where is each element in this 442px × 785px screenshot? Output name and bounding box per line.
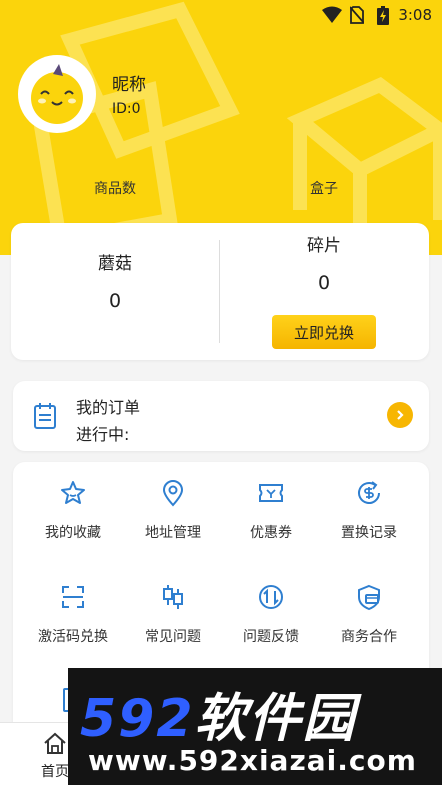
menu-label: 常见问题 [145, 629, 201, 645]
status-time: 3:08 [398, 6, 432, 24]
coupon-icon [259, 484, 283, 502]
goods-count-label[interactable]: 商品数 [94, 178, 136, 198]
candlestick-icon [163, 585, 183, 609]
status-bar: 3:08 [0, 0, 442, 32]
mushroom-label: 蘑菇 [98, 254, 132, 274]
menu-item-exchange-records[interactable]: 置换记录 [317, 478, 421, 542]
menu-label: 问题反馈 [243, 629, 299, 645]
swap-arrows-icon [259, 585, 283, 609]
my-orders-title: 我的订单 [76, 398, 141, 417]
mushroom-section: 蘑菇 0 [75, 249, 155, 312]
points-divider [219, 240, 220, 343]
menu-item-feedback[interactable]: 问题反馈 [219, 582, 323, 646]
chevron-right-icon[interactable] [387, 402, 413, 428]
menu-item-favorites[interactable]: 我的收藏 [21, 478, 125, 542]
watermark-logo: 592软件园 [80, 676, 357, 751]
menu-item-faq[interactable]: 常见问题 [121, 582, 225, 646]
order-status: 进行中: [76, 425, 130, 444]
menu-label: 优惠券 [250, 525, 292, 541]
wifi-icon [322, 6, 342, 23]
location-pin-icon [162, 480, 184, 507]
shield-card-icon [358, 584, 380, 611]
fragment-label: 碎片 [307, 236, 341, 256]
user-id: ID:0 [112, 101, 141, 117]
mushroom-value: 0 [108, 290, 122, 312]
fragment-value: 0 [317, 272, 331, 294]
points-card: 蘑菇 0 碎片 0 立即兑换 [11, 223, 429, 360]
star-icon [61, 481, 85, 504]
menu-label: 商务合作 [341, 629, 397, 645]
menu-label: 地址管理 [145, 525, 201, 541]
exchange-now-button[interactable]: 立即兑换 [272, 315, 376, 349]
no-sim-icon [350, 6, 364, 24]
menu-label: 激活码兑换 [38, 629, 108, 645]
dollar-exchange-icon [358, 481, 380, 504]
menu-item-business[interactable]: 商务合作 [317, 582, 421, 646]
fragment-section: 碎片 0 [284, 231, 364, 294]
watermark-logo-text: 软件园 [194, 689, 357, 749]
avatar[interactable] [18, 55, 96, 133]
battery-charging-icon [377, 6, 389, 25]
mascot-avatar-icon [31, 64, 83, 124]
nickname[interactable]: 昵称 [112, 70, 146, 95]
watermark-url: www.592xiazai.com [88, 744, 417, 777]
watermark-banner: 592软件园 www.592xiazai.com [68, 668, 442, 785]
menu-item-coupons[interactable]: 优惠券 [219, 478, 323, 542]
watermark-logo-number: 592 [80, 689, 195, 749]
my-orders-card[interactable]: 我的订单 进行中: [13, 381, 429, 451]
menu-item-activation-code[interactable]: 激活码兑换 [21, 582, 125, 646]
menu-label: 置换记录 [341, 525, 397, 541]
menu-label: 我的收藏 [45, 525, 101, 541]
order-list-icon [34, 403, 56, 429]
box-label[interactable]: 盒子 [310, 178, 338, 198]
menu-item-address[interactable]: 地址管理 [121, 478, 225, 542]
home-icon [44, 732, 66, 754]
scan-icon [62, 586, 84, 608]
